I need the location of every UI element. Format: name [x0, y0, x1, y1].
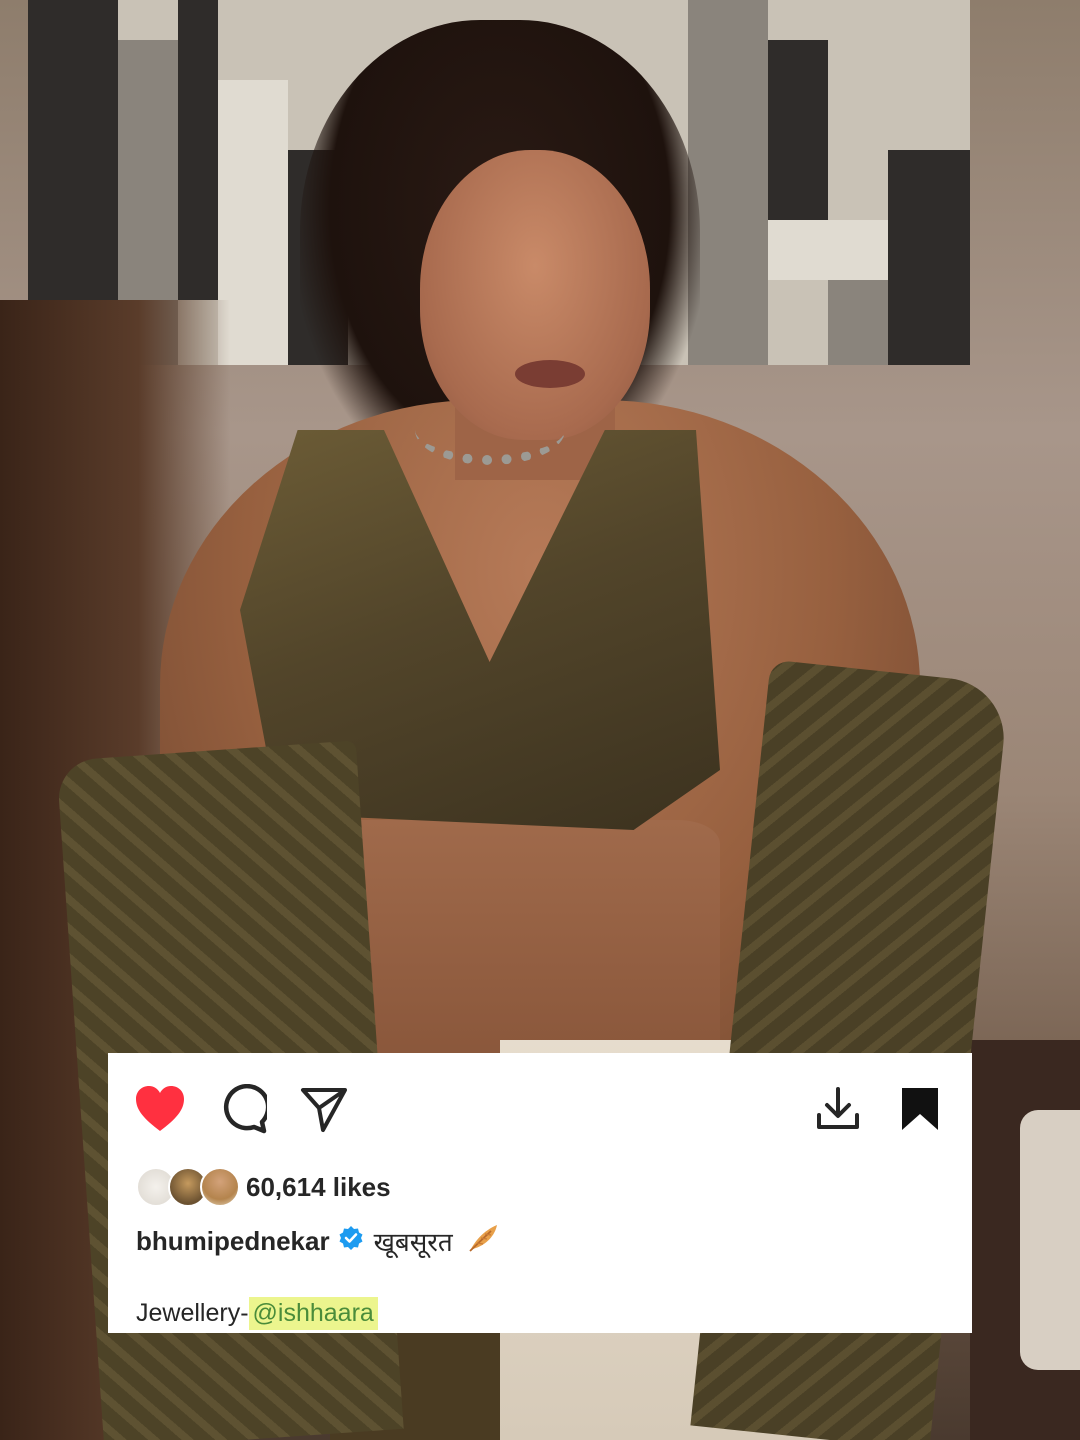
paper-plane-icon	[301, 1088, 347, 1132]
post-action-bar	[108, 1053, 972, 1163]
mention-link[interactable]: @ishhaara	[248, 1296, 378, 1330]
avatar	[200, 1167, 240, 1207]
download-icon	[817, 1087, 859, 1129]
download-button[interactable]	[810, 1081, 866, 1137]
caption-row: bhumipednekar खूबसूरत	[136, 1221, 499, 1261]
likes-count[interactable]: 60,614 likes	[246, 1172, 391, 1203]
save-button[interactable]	[892, 1081, 948, 1137]
verified-badge-icon	[338, 1225, 364, 1258]
share-button[interactable]	[296, 1081, 352, 1137]
heart-filled-icon	[136, 1086, 184, 1131]
comment-bubble-icon	[223, 1084, 267, 1134]
credit-row: Jewellery- @ishhaara	[136, 1295, 378, 1331]
caption-text: खूबसूरत	[373, 1228, 453, 1258]
credit-label: Jewellery-	[136, 1298, 249, 1327]
likes-row: 60,614 likes	[136, 1165, 391, 1209]
bookmark-filled-icon	[902, 1088, 938, 1130]
comment-button[interactable]	[214, 1081, 270, 1137]
liked-by-avatars[interactable]	[136, 1167, 242, 1207]
like-button[interactable]	[132, 1081, 188, 1137]
instagram-post-card: 60,614 likes bhumipednekar खूबसूरत Jewel…	[108, 1053, 972, 1333]
feather-icon	[467, 1223, 499, 1260]
username-link[interactable]: bhumipednekar	[136, 1226, 330, 1257]
